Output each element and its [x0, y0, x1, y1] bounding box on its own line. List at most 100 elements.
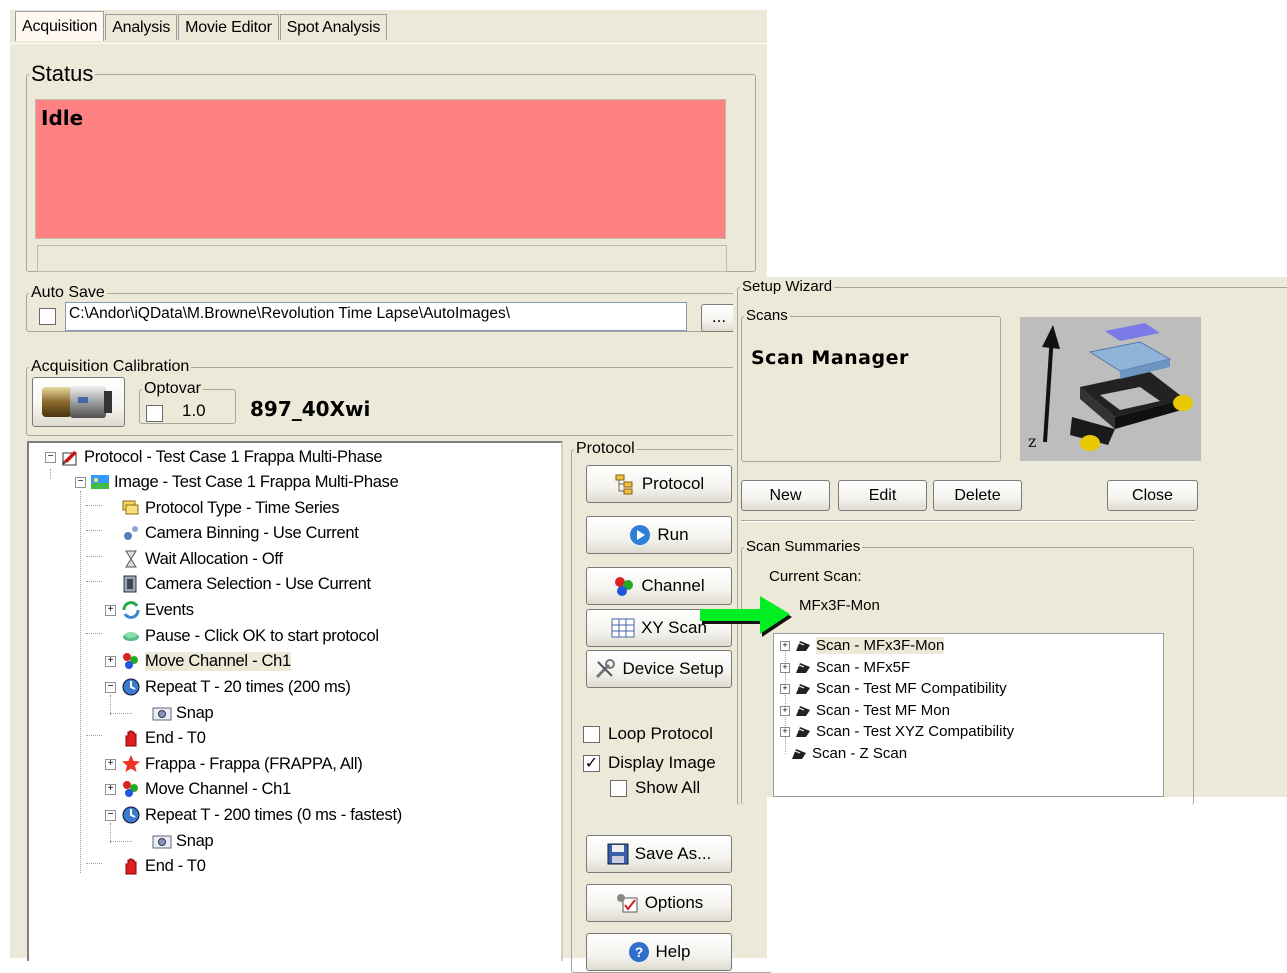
- tree-node[interactable]: Protocol Type - Time Series: [121, 496, 340, 520]
- camera-select-icon: [123, 575, 137, 593]
- protocol-legend: Protocol: [576, 440, 635, 457]
- tree-node[interactable]: Protocol - Test Case 1 Frappa Multi-Phas…: [60, 445, 383, 469]
- tab-spot-analysis[interactable]: Spot Analysis: [279, 14, 388, 40]
- save-as-button[interactable]: Save As...: [586, 835, 732, 873]
- help-button[interactable]: ? Help: [586, 933, 732, 971]
- browse-button[interactable]: ...: [701, 304, 737, 332]
- edit-scan-button[interactable]: Edit: [838, 480, 927, 511]
- scan-icon: [796, 726, 810, 737]
- tree-collapse-toggle[interactable]: −: [105, 682, 116, 693]
- tree-node[interactable]: Move Channel - Ch1: [121, 649, 291, 673]
- floppy-disk-icon: [607, 843, 629, 865]
- tab-acquisition[interactable]: Acquisition: [15, 11, 105, 41]
- channel-icon: [615, 577, 634, 596]
- snap-icon: [152, 835, 172, 849]
- loop-protocol-label: Loop Protocol: [608, 724, 713, 743]
- tree-collapse-toggle[interactable]: −: [105, 810, 116, 821]
- optovar-checkbox[interactable]: [146, 405, 163, 422]
- snap-icon: [152, 707, 172, 721]
- show-all-label: Show All: [635, 778, 701, 797]
- auto-save-path-field[interactable]: C:\Andor\iQData\M.Browne\Revolution Time…: [65, 302, 687, 331]
- show-all-option[interactable]: Show All: [610, 778, 700, 798]
- display-image-checkbox[interactable]: ✓: [583, 754, 600, 772]
- tree-node[interactable]: Events: [121, 598, 194, 622]
- auto-save-checkbox[interactable]: [39, 308, 56, 325]
- tree-expand-toggle[interactable]: +: [780, 683, 790, 694]
- tree-collapse-toggle[interactable]: −: [75, 477, 86, 488]
- tab-analysis[interactable]: Analysis: [105, 14, 178, 40]
- scan-stage-image: z: [1020, 317, 1201, 461]
- optovar-value: 1.0: [182, 401, 206, 420]
- protocol-icon: [62, 451, 77, 466]
- scan-icon: [796, 683, 810, 694]
- svg-text:z: z: [1028, 432, 1036, 451]
- new-scan-button[interactable]: New: [741, 480, 830, 511]
- scan-list[interactable]: + Scan - MFx3F-Mon + Scan - MFx5F + Scan…: [773, 633, 1164, 797]
- scan-list-item[interactable]: + Scan - Test MF Compatibility: [780, 680, 1007, 697]
- help-icon: ?: [628, 942, 649, 962]
- tree-expand-toggle[interactable]: +: [780, 726, 790, 737]
- protocol-tree[interactable]: − − + + − + + − Protocol - Test Case 1 F…: [27, 441, 563, 961]
- tree-node[interactable]: Image - Test Case 1 Frappa Multi-Phase: [90, 470, 399, 494]
- tree-node[interactable]: Frappa - Frappa (FRAPPA, All): [121, 752, 363, 776]
- device-setup-button[interactable]: Device Setup: [586, 650, 732, 688]
- scans-group: Scans: [741, 308, 1001, 462]
- loop-protocol-option[interactable]: Loop Protocol: [583, 724, 713, 744]
- tree-node[interactable]: Snap: [152, 829, 214, 853]
- options-button[interactable]: Options: [586, 884, 732, 922]
- display-image-label: Display Image: [608, 753, 716, 772]
- scan-icon: [796, 705, 810, 716]
- tree-node[interactable]: End - T0: [121, 854, 206, 878]
- scan-list-item[interactable]: Scan - Z Scan: [790, 745, 907, 762]
- auto-save-legend: Auto Save: [31, 284, 105, 301]
- tab-bar: Acquisition Analysis Movie Editor Spot A…: [15, 11, 388, 44]
- setup-wizard-window: Setup Wizard Scans Scan Manager z New Ed…: [733, 277, 1287, 805]
- show-all-checkbox[interactable]: [610, 779, 627, 797]
- tree-node[interactable]: Wait Allocation - Off: [121, 547, 283, 571]
- delete-scan-button[interactable]: Delete: [933, 480, 1022, 511]
- tree-expand-toggle[interactable]: +: [105, 656, 116, 667]
- objective-button[interactable]: [32, 377, 125, 427]
- scan-list-item[interactable]: + Scan - MFx5F: [780, 659, 910, 676]
- tree-node[interactable]: Repeat T - 20 times (200 ms): [121, 675, 351, 699]
- scans-legend: Scans: [746, 307, 788, 324]
- close-button[interactable]: Close: [1107, 480, 1198, 511]
- tree-expand-toggle[interactable]: +: [105, 605, 116, 616]
- run-button[interactable]: Run: [586, 516, 732, 554]
- tree-node[interactable]: Camera Selection - Use Current: [121, 572, 371, 596]
- star-icon: [122, 755, 140, 772]
- hand-icon: [125, 858, 137, 875]
- options-checklist-icon: [616, 894, 638, 913]
- hourglass-icon: [125, 550, 137, 568]
- tree-node[interactable]: End - T0: [121, 726, 206, 750]
- tree-node[interactable]: Pause - Click OK to start protocol: [121, 624, 379, 648]
- clock-icon: [122, 806, 140, 824]
- current-scan-value: MFx3F-Mon: [799, 597, 880, 614]
- tree-node[interactable]: Move Channel - Ch1: [121, 777, 291, 801]
- status-display: Idle: [35, 99, 726, 239]
- tree-expand-toggle[interactable]: +: [780, 662, 790, 673]
- scan-list-item[interactable]: + Scan - Test MF Mon: [780, 702, 950, 719]
- tree-node[interactable]: Snap: [152, 701, 214, 725]
- events-icon: [122, 601, 140, 619]
- grid-icon: [611, 618, 635, 638]
- status-text: Idle: [41, 106, 84, 130]
- scan-list-item[interactable]: + Scan - MFx3F-Mon: [780, 637, 945, 654]
- current-scan-label: Current Scan:: [769, 568, 862, 585]
- separator: [741, 520, 1195, 522]
- tree-node[interactable]: Repeat T - 200 times (0 ms - fastest): [121, 803, 402, 827]
- tab-movie-editor[interactable]: Movie Editor: [178, 14, 279, 40]
- tree-expand-toggle[interactable]: +: [780, 640, 790, 651]
- loop-protocol-checkbox[interactable]: [583, 725, 600, 743]
- tree-expand-toggle[interactable]: +: [780, 705, 790, 716]
- scan-icon: [796, 640, 810, 651]
- display-image-option[interactable]: ✓ Display Image: [583, 753, 716, 773]
- tree-collapse-toggle[interactable]: −: [45, 452, 56, 463]
- tree-node[interactable]: Camera Binning - Use Current: [121, 521, 359, 545]
- protocol-tree-icon: [615, 474, 633, 495]
- scan-list-item[interactable]: + Scan - Test XYZ Compatibility: [780, 723, 1014, 740]
- tree-expand-toggle[interactable]: +: [105, 784, 116, 795]
- protocol-button[interactable]: Protocol: [586, 465, 732, 503]
- tree-expand-toggle[interactable]: +: [105, 759, 116, 770]
- optovar-legend: Optovar: [144, 380, 201, 397]
